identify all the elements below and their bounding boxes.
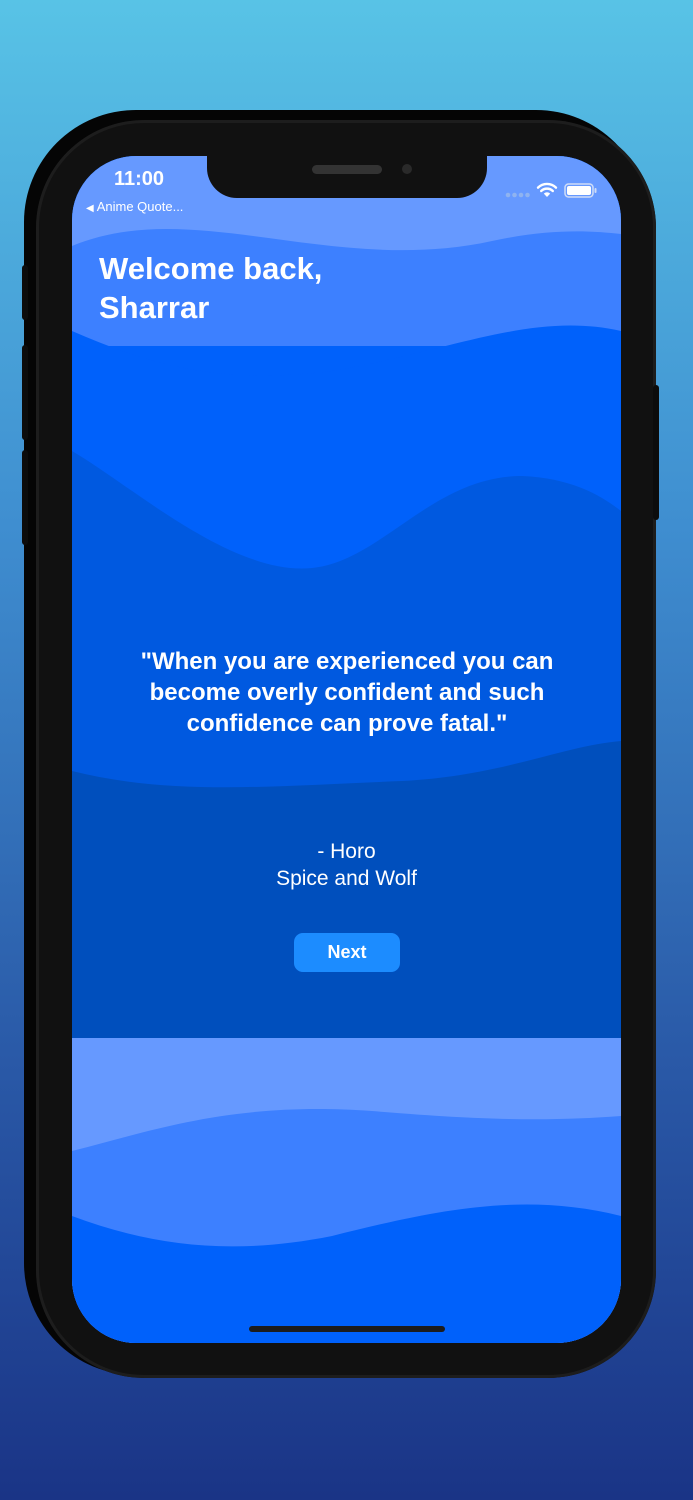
greeting-line-1: Welcome back, bbox=[99, 251, 323, 286]
back-arrow-icon: ◀ bbox=[86, 203, 94, 214]
wifi-icon bbox=[536, 182, 558, 197]
app-screen: 11:00 ◀ Anime Quote... Welcome back, Shar… bbox=[72, 156, 621, 1343]
back-app-label: Anime Quote... bbox=[96, 199, 184, 214]
volume-down-button bbox=[22, 450, 28, 545]
mute-switch bbox=[22, 265, 28, 320]
next-button[interactable]: Next bbox=[294, 933, 400, 972]
cellular-signal-icon bbox=[505, 192, 530, 198]
volume-up-button bbox=[22, 345, 28, 440]
home-indicator[interactable] bbox=[249, 1326, 445, 1332]
quote-series: Spice and Wolf bbox=[276, 867, 417, 890]
greeting-name: Sharrar bbox=[99, 290, 210, 325]
power-button bbox=[653, 385, 659, 520]
back-to-app-link[interactable]: ◀ Anime Quote... bbox=[86, 199, 183, 214]
device-notch bbox=[207, 156, 487, 198]
quote-text: "When you are experienced you can become… bbox=[140, 648, 554, 737]
greeting-title: Welcome back, Sharrar bbox=[99, 249, 419, 327]
status-time: 11:00 bbox=[114, 168, 165, 190]
front-camera bbox=[402, 164, 412, 174]
quote-author: - Horo bbox=[317, 840, 376, 863]
earpiece-speaker bbox=[312, 165, 382, 174]
wave-background bbox=[72, 156, 621, 1343]
battery-icon bbox=[564, 183, 597, 198]
